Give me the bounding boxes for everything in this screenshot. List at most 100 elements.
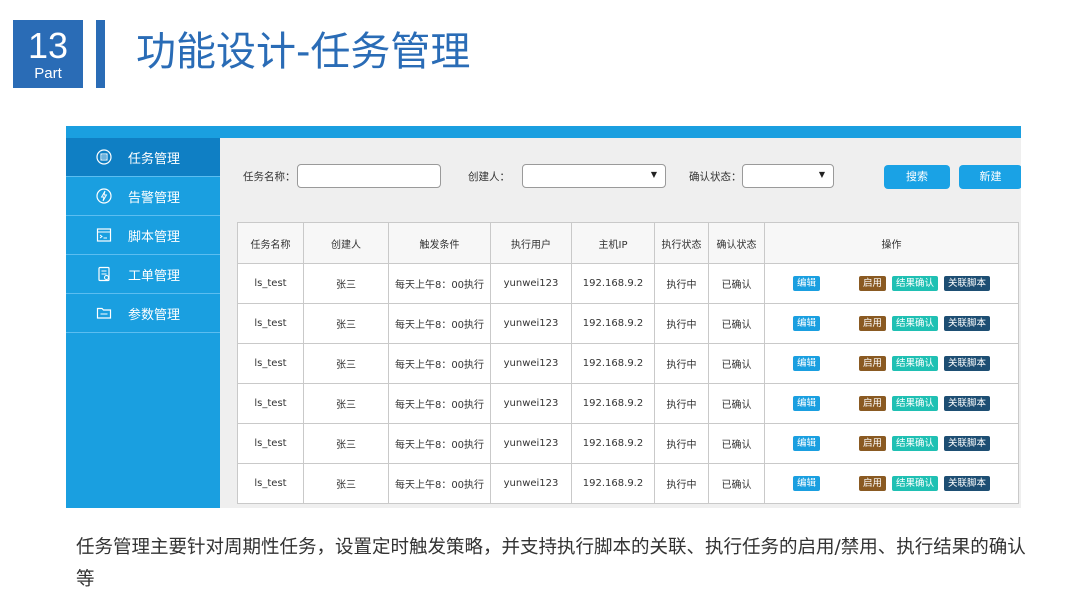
row-actions: 编辑 删除 启用 结果确认 关联脚本 [766, 276, 1018, 291]
creator-label: 创建人： [468, 171, 510, 183]
host-ip-cell: 192.168.9.2 [571, 263, 655, 304]
trigger-cell: 每天上午8：00执行 [388, 463, 491, 504]
table-row: ls_test 张三 每天上午8：00执行 yunwei123 192.168.9.2 执… [237, 423, 1019, 464]
edit-button[interactable]: 编辑 [792, 356, 820, 371]
task-list-icon [96, 149, 112, 165]
row-actions: 编辑 删除 启用 结果确认 关联脚本 [766, 316, 1018, 331]
table-row: ls_test 张三 每天上午8：00执行 yunwei123 192.168.9.2 执… [237, 463, 1019, 504]
chevron-down-icon: ▼ [818, 170, 825, 179]
delete-button[interactable]: 删除 [826, 316, 853, 331]
task-name-cell: ls_test [237, 303, 304, 344]
creator-cell: 张三 [303, 343, 389, 384]
delete-button[interactable]: 删除 [826, 396, 853, 411]
delete-button[interactable]: 删除 [826, 276, 853, 291]
confirm-status-select[interactable]: ▼ [742, 164, 834, 188]
sidebar-item-label: 工单管理 [128, 268, 181, 284]
confirm-status-cell: 已确认 [708, 263, 765, 304]
column-header-trigger: 触发条件 [388, 222, 491, 264]
actions-cell: 编辑 删除 启用 结果确认 关联脚本 [764, 463, 1019, 504]
host-ip-cell: 192.168.9.2 [571, 343, 655, 384]
actions-cell: 编辑 删除 启用 结果确认 关联脚本 [764, 343, 1019, 384]
title-accent-bar [96, 20, 105, 88]
host-ip-cell: 192.168.9.2 [571, 423, 655, 464]
enable-button[interactable]: 启用 [858, 356, 886, 371]
row-actions: 编辑 删除 启用 结果确认 关联脚本 [766, 396, 1018, 411]
link-script-button[interactable]: 关联脚本 [944, 436, 991, 451]
sidebar-item-alert-management[interactable]: 告警管理 [66, 177, 220, 216]
edit-button[interactable]: 编辑 [792, 476, 820, 491]
sidebar-item-parameter-management[interactable]: 参数管理 [66, 294, 220, 333]
link-script-button[interactable]: 关联脚本 [944, 396, 991, 411]
link-script-button[interactable]: 关联脚本 [944, 316, 991, 331]
trigger-cell: 每天上午8：00执行 [388, 423, 491, 464]
confirm-result-button[interactable]: 结果确认 [892, 436, 939, 451]
exec-user-cell: yunwei123 [490, 383, 572, 424]
actions-cell: 编辑 删除 启用 结果确认 关联脚本 [764, 383, 1019, 424]
new-button[interactable]: 新建 [959, 165, 1021, 189]
link-script-button[interactable]: 关联脚本 [944, 276, 991, 291]
task-name-cell: ls_test [237, 463, 304, 504]
creator-cell: 张三 [303, 383, 389, 424]
edit-button[interactable]: 编辑 [792, 276, 820, 291]
delete-button[interactable]: 删除 [826, 356, 853, 371]
confirm-result-button[interactable]: 结果确认 [892, 316, 939, 331]
task-name-cell: ls_test [237, 343, 304, 384]
creator-cell: 张三 [303, 423, 389, 464]
confirm-result-button[interactable]: 结果确认 [892, 396, 939, 411]
column-header-creator: 创建人 [303, 222, 389, 264]
enable-button[interactable]: 启用 [858, 436, 886, 451]
creator-cell: 张三 [303, 303, 389, 344]
delete-button[interactable]: 删除 [826, 436, 853, 451]
sidebar-item-label: 参数管理 [128, 307, 181, 323]
link-script-button[interactable]: 关联脚本 [944, 476, 991, 491]
edit-button[interactable]: 编辑 [792, 396, 820, 411]
confirm-status-cell: 已确认 [708, 303, 765, 344]
column-header-exec-user: 执行用户 [490, 222, 572, 264]
row-actions: 编辑 删除 启用 结果确认 关联脚本 [766, 476, 1018, 491]
confirm-status-cell: 已确认 [708, 383, 765, 424]
edit-button[interactable]: 编辑 [792, 436, 820, 451]
part-number: 13 [27, 25, 69, 66]
actions-cell: 编辑 删除 启用 结果确认 关联脚本 [764, 303, 1019, 344]
table-row: ls_test 张三 每天上午8：00执行 yunwei123 192.168.9.2 执… [237, 383, 1019, 424]
sidebar-item-label: 告警管理 [128, 190, 181, 206]
creator-select[interactable]: ▼ [522, 164, 666, 188]
exec-status-cell: 执行中 [654, 263, 709, 304]
enable-button[interactable]: 启用 [858, 476, 886, 491]
script-icon [96, 227, 112, 243]
task-name-cell: ls_test [237, 383, 304, 424]
confirm-result-button[interactable]: 结果确认 [892, 356, 939, 371]
enable-button[interactable]: 启用 [858, 316, 886, 331]
confirm-result-button[interactable]: 结果确认 [892, 476, 939, 491]
table-row: ls_test 张三 每天上午8：00执行 yunwei123 192.168.9.2 执… [237, 263, 1019, 304]
sidebar-item-label: 脚本管理 [128, 229, 181, 245]
link-script-button[interactable]: 关联脚本 [944, 356, 991, 371]
enable-button[interactable]: 启用 [858, 276, 886, 291]
exec-status-cell: 执行中 [654, 463, 709, 504]
slide-caption: 任务管理主要针对周期性任务，设置定时触发策略，并支持执行脚本的关联、执行任务的启… [76, 537, 1026, 590]
enable-button[interactable]: 启用 [858, 396, 886, 411]
table-header-row: 任务名称 创建人 触发条件 执行用户 主机IP 执行状态 确认状态 操作 [237, 222, 1019, 264]
exec-status-cell: 执行中 [654, 423, 709, 464]
delete-button[interactable]: 删除 [826, 476, 853, 491]
exec-user-cell: yunwei123 [490, 423, 572, 464]
exec-status-cell: 执行中 [654, 303, 709, 344]
search-bar: 任务名称： 创建人： ▼ 确认状态： ▼ 搜索 新建 [220, 164, 1021, 190]
trigger-cell: 每天上午8：00执行 [388, 303, 491, 344]
folder-icon [96, 305, 112, 321]
row-actions: 编辑 删除 启用 结果确认 关联脚本 [766, 356, 1018, 371]
edit-button[interactable]: 编辑 [792, 316, 820, 331]
host-ip-cell: 192.168.9.2 [571, 383, 655, 424]
task-name-label: 任务名称： [243, 171, 296, 183]
column-header-confirm-status: 确认状态 [708, 222, 765, 264]
creator-cell: 张三 [303, 463, 389, 504]
task-name-input[interactable] [297, 164, 441, 188]
row-actions: 编辑 删除 启用 结果确认 关联脚本 [766, 436, 1018, 451]
sidebar-item-script-management[interactable]: 脚本管理 [66, 216, 220, 255]
column-header-exec-status: 执行状态 [654, 222, 709, 264]
sidebar-item-task-management[interactable]: 任务管理 [66, 138, 220, 177]
table-row: ls_test 张三 每天上午8：00执行 yunwei123 192.168.9.2 执… [237, 343, 1019, 384]
sidebar-item-work-order-management[interactable]: 工单管理 [66, 255, 220, 294]
confirm-result-button[interactable]: 结果确认 [892, 276, 939, 291]
search-button[interactable]: 搜索 [884, 165, 950, 189]
